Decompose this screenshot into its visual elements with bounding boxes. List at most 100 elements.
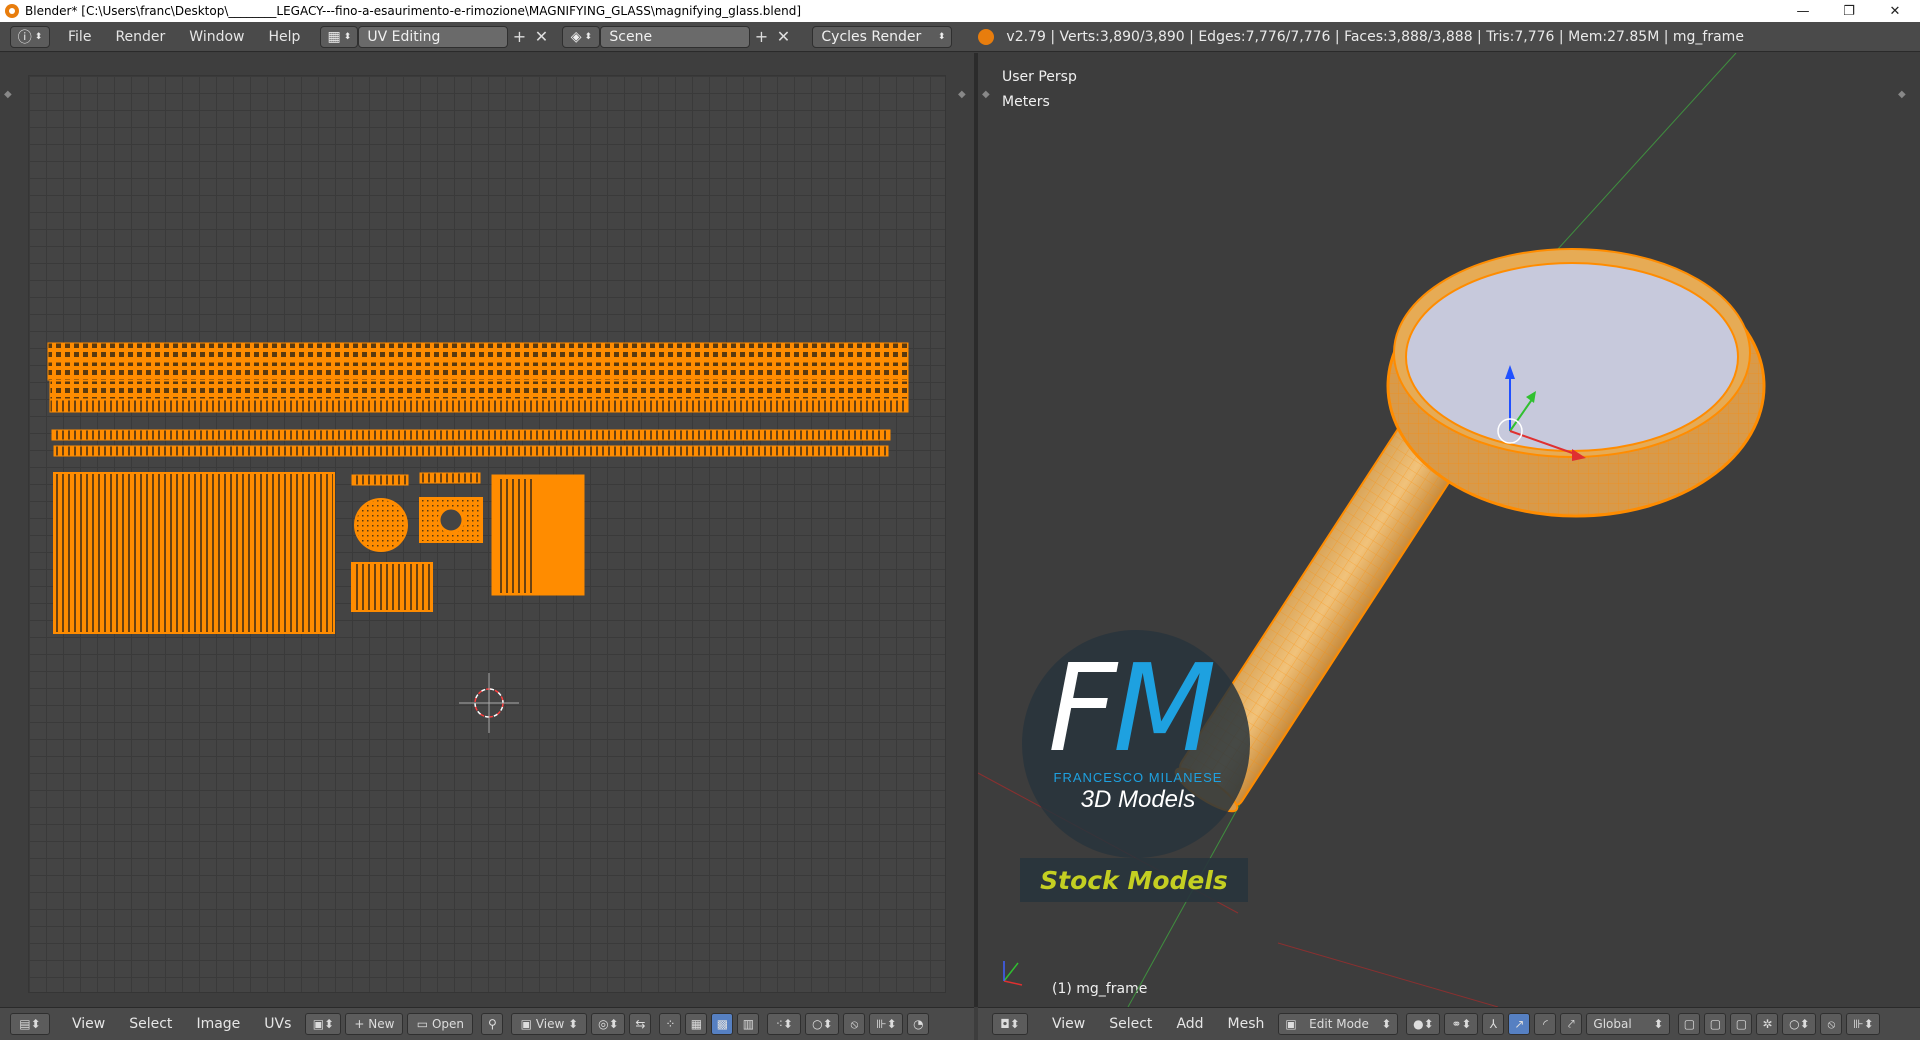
lens-glass bbox=[1405, 262, 1739, 452]
3d-menu-select[interactable]: Select bbox=[1097, 1016, 1164, 1032]
mode-dropdown[interactable]: ▣ Edit Mode ⬍ bbox=[1278, 1013, 1399, 1035]
menu-help[interactable]: Help bbox=[256, 29, 312, 45]
orientation-label: Global bbox=[1593, 1017, 1632, 1031]
menu-window[interactable]: Window bbox=[177, 29, 256, 45]
layer-icon[interactable]: ▢ bbox=[1730, 1013, 1753, 1035]
add-layout-icon[interactable]: + bbox=[508, 26, 530, 48]
new-image-button[interactable]: + New bbox=[345, 1013, 404, 1035]
uv-ring-hole bbox=[437, 506, 465, 534]
2d-cursor-icon[interactable] bbox=[459, 673, 519, 733]
close-button[interactable]: ✕ bbox=[1872, 0, 1918, 22]
select-edge-icon[interactable]: ▦ bbox=[685, 1013, 708, 1035]
logo-letter-f: F bbox=[1048, 640, 1117, 779]
pivot-dropdown[interactable]: ◎⬍ bbox=[591, 1013, 626, 1035]
uv-menu-select[interactable]: Select bbox=[117, 1016, 184, 1032]
watermark-fm-letters: FM bbox=[1048, 650, 1217, 770]
scale-manipulator-icon[interactable]: ⤤ bbox=[1560, 1013, 1583, 1035]
image-editor-icon: ▤⬍ bbox=[19, 1017, 41, 1031]
region-toggle-icon[interactable]: ◆ bbox=[982, 89, 990, 100]
layer-icon[interactable]: ▢ bbox=[1678, 1013, 1701, 1035]
remove-scene-icon[interactable]: ✕ bbox=[772, 26, 794, 48]
mini-axis-x bbox=[1003, 980, 1023, 986]
edit-mode-icon: ▣ bbox=[1285, 1017, 1297, 1031]
remove-layout-icon[interactable]: ✕ bbox=[530, 26, 552, 48]
open-image-button[interactable]: ▭ Open bbox=[407, 1013, 474, 1035]
shading-sphere-icon: ●⬍ bbox=[1413, 1017, 1434, 1031]
scene-selector[interactable]: ◈ ⬍ bbox=[562, 25, 601, 48]
scene-field[interactable]: Scene bbox=[600, 25, 751, 48]
3d-menu-add[interactable]: Add bbox=[1164, 1016, 1215, 1032]
transform-orientation-dropdown[interactable]: Global ⬍ bbox=[1586, 1013, 1671, 1035]
select-face-icon[interactable]: ▩ bbox=[711, 1013, 734, 1035]
minimize-button[interactable]: — bbox=[1780, 0, 1826, 22]
snap-toggle-icon[interactable]: ⦸ bbox=[1820, 1013, 1843, 1035]
cube-icon: ◘⬍ bbox=[1000, 1017, 1020, 1031]
scene-statistics: v2.79 | Verts:3,890/3,890 | Edges:7,776/… bbox=[1006, 28, 1744, 45]
uv-lens-island bbox=[354, 498, 408, 552]
snap-element-dropdown[interactable]: ⊪⬍ bbox=[1846, 1013, 1881, 1035]
menu-render[interactable]: Render bbox=[103, 29, 177, 45]
region-toggle-icon[interactable]: ◆ bbox=[4, 89, 12, 100]
gear-icon[interactable]: ✲ bbox=[1756, 1013, 1779, 1035]
uv-strip bbox=[51, 429, 891, 441]
sync-selection-icon[interactable]: ⇆ bbox=[629, 1013, 652, 1035]
logo-letter-m: M bbox=[1113, 640, 1217, 779]
proportional-icon: ○⬍ bbox=[812, 1017, 833, 1031]
view-mode-dropdown[interactable]: ▣ View ⬍ bbox=[511, 1013, 588, 1035]
screen-layout-field[interactable]: UV Editing bbox=[358, 25, 509, 48]
image-icon: ▣⬍ bbox=[312, 1017, 335, 1031]
uv-image-editor[interactable]: ◆ ◆ bbox=[0, 53, 974, 1007]
sticky-select-dropdown[interactable]: ⁖⬍ bbox=[767, 1013, 802, 1035]
editor-type-3d-button[interactable]: ◘⬍ bbox=[992, 1013, 1028, 1035]
render-engine-dropdown[interactable]: Cycles Render ⬍ bbox=[812, 25, 953, 48]
snap-icon: ⊪⬍ bbox=[876, 1017, 897, 1031]
updown-arrows-icon: ⬍ bbox=[1381, 1017, 1392, 1031]
viewport-shading-dropdown[interactable]: ●⬍ bbox=[1406, 1013, 1441, 1035]
snap-icon: ⊪⬍ bbox=[1853, 1017, 1874, 1031]
info-icon: ⓘ bbox=[17, 29, 32, 46]
snap-element-dropdown[interactable]: ⊪⬍ bbox=[869, 1013, 904, 1035]
updown-arrows-icon: ⬍ bbox=[34, 31, 43, 42]
3d-menu-view[interactable]: View bbox=[1040, 1016, 1097, 1032]
editor-type-uv-button[interactable]: ▤⬍ bbox=[10, 1013, 50, 1035]
3d-view-header: ◘⬍ View Select Add Mesh ▣ Edit Mode ⬍ ●⬍ ⚭… bbox=[978, 1007, 1920, 1040]
stock-models-label: Stock Models bbox=[1040, 865, 1228, 895]
proportional-edit-dropdown[interactable]: ○⬍ bbox=[805, 1013, 840, 1035]
region-toggle-icon[interactable]: ◆ bbox=[958, 89, 966, 100]
pivot-point-dropdown[interactable]: ⚭⬍ bbox=[1444, 1013, 1479, 1035]
pivot-icon: ◎⬍ bbox=[598, 1017, 619, 1031]
image-browse-button[interactable]: ▣⬍ bbox=[305, 1013, 342, 1035]
layout-grid-icon: ▦ bbox=[327, 28, 341, 45]
snap-toggle-icon[interactable]: ⦸ bbox=[843, 1013, 866, 1035]
manipulator-toggle-icon[interactable]: ⅄ bbox=[1482, 1013, 1505, 1035]
proportional-edit-dropdown[interactable]: ○⬍ bbox=[1782, 1013, 1817, 1035]
scene-icon: ◈ bbox=[570, 28, 582, 45]
watermark-subtitle: 3D Models bbox=[1080, 786, 1196, 813]
uv-menu-view[interactable]: View bbox=[60, 1016, 117, 1032]
rotate-manipulator-icon[interactable]: ◜ bbox=[1534, 1013, 1557, 1035]
editor-type-info-button[interactable]: ⓘ ⬍ bbox=[10, 25, 50, 48]
translate-manipulator-icon[interactable]: ↗ bbox=[1508, 1013, 1531, 1035]
region-toggle-icon[interactable]: ◆ bbox=[1898, 89, 1906, 100]
screen-layout-selector[interactable]: ▦ ⬍ bbox=[320, 25, 359, 48]
select-vertex-icon[interactable]: ⁘ bbox=[659, 1013, 682, 1035]
add-scene-icon[interactable]: + bbox=[750, 26, 772, 48]
info-header: ⓘ ⬍ File Render Window Help ▦ ⬍ UV Editing… bbox=[0, 22, 1920, 52]
pin-icon[interactable]: ⚲ bbox=[481, 1013, 504, 1035]
select-island-icon[interactable]: ▥ bbox=[737, 1013, 760, 1035]
menu-file[interactable]: File bbox=[56, 29, 103, 45]
updown-arrows-icon: ⬍ bbox=[568, 1017, 579, 1031]
uv-island bbox=[351, 562, 433, 612]
uv-menu-uvs[interactable]: UVs bbox=[252, 1016, 303, 1032]
window-titlebar: Blender* [C:\Users\franc\Desktop\_______… bbox=[0, 0, 1920, 22]
restore-button[interactable]: ❐ bbox=[1826, 0, 1872, 22]
uv-menu-image[interactable]: Image bbox=[184, 1016, 252, 1032]
uv-handle-island bbox=[53, 472, 335, 634]
updown-arrows-icon: ⬍ bbox=[343, 31, 352, 42]
scopes-icon[interactable]: ◔ bbox=[907, 1013, 930, 1035]
3d-menu-mesh[interactable]: Mesh bbox=[1216, 1016, 1277, 1032]
uv-island bbox=[419, 472, 481, 484]
view-mode-label: View bbox=[535, 1017, 565, 1031]
layer-icon[interactable]: ▢ bbox=[1704, 1013, 1727, 1035]
scene-name: Scene bbox=[609, 28, 653, 45]
